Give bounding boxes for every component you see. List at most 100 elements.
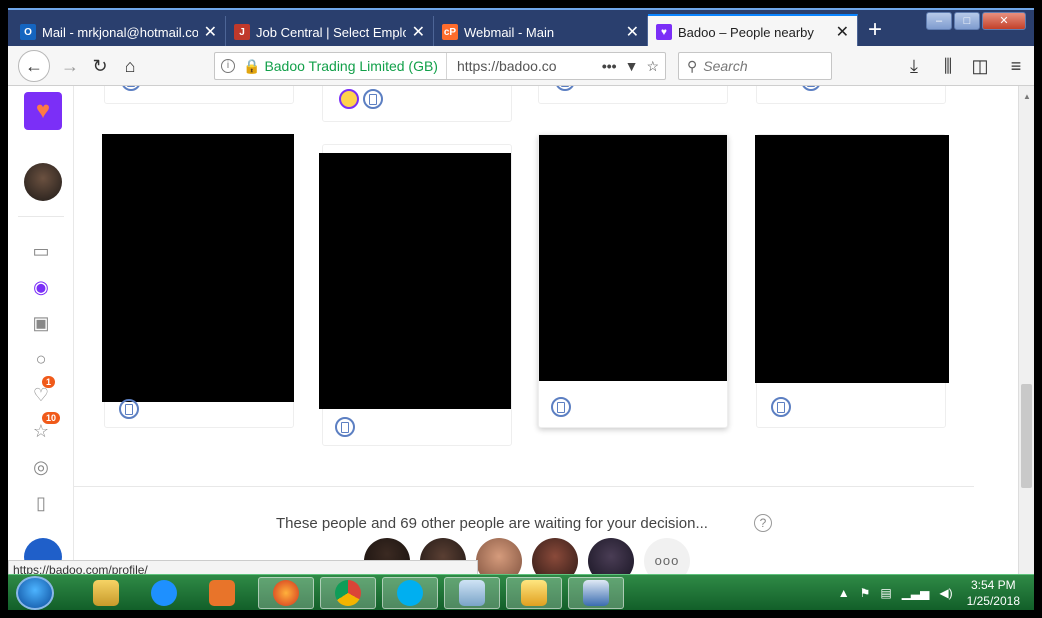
library-icon[interactable]: ⫼: [934, 52, 962, 80]
profile-card[interactable]: [538, 134, 728, 428]
tab-title: Job Central | Select Employer: [256, 24, 406, 40]
browser-window: O Mail - mrkjonal@hotmail.co ✕ J Job Cen…: [8, 8, 1034, 610]
maximize-button[interactable]: □: [954, 12, 980, 30]
people-nearby-grid: These people and 69 other people are wai…: [74, 86, 1018, 590]
mobile-icon: [551, 397, 571, 417]
chrome-taskbar-button[interactable]: [320, 577, 376, 609]
close-tab-icon[interactable]: ✕: [836, 22, 849, 42]
lock-icon: 🔒: [243, 57, 261, 74]
close-tab-icon[interactable]: ✕: [204, 22, 217, 42]
page-actions-icon[interactable]: •••: [602, 58, 617, 74]
menu-icon[interactable]: ≡: [1002, 52, 1030, 80]
skype-icon: [397, 580, 423, 606]
skype-taskbar-button[interactable]: [382, 577, 438, 609]
scrollbar-thumb[interactable]: [1021, 384, 1032, 488]
media-player-icon: [209, 580, 235, 606]
reload-button[interactable]: ↻: [86, 52, 114, 80]
tab-title: Webmail - Main: [464, 24, 555, 40]
search-icon: ⚲: [687, 57, 698, 74]
mail-icon: [521, 580, 547, 606]
pocket-icon[interactable]: ▼: [625, 58, 639, 74]
close-window-button[interactable]: ✕: [982, 12, 1026, 30]
close-tab-icon[interactable]: ✕: [412, 22, 425, 42]
window-controls: – □ ✕: [924, 12, 1026, 30]
tab-title: Badoo – People nearby: [678, 24, 814, 40]
profile-photo[interactable]: [539, 135, 727, 381]
device-icon[interactable]: ▤: [880, 586, 891, 600]
profile-card[interactable]: [319, 144, 512, 446]
job-central-icon: J: [234, 24, 250, 40]
minimize-button[interactable]: –: [926, 12, 952, 30]
forward-button[interactable]: →: [56, 52, 84, 80]
windows-taskbar: ▲ ⚑ ▤ ▁▃▅ ◀) 3:54 PM 1/25/2018: [8, 574, 1034, 610]
media-taskbar-button[interactable]: [194, 577, 250, 609]
tab-badoo[interactable]: ♥ Badoo – People nearby ✕: [648, 14, 858, 48]
profile-card[interactable]: [538, 86, 728, 104]
profile-card[interactable]: [104, 86, 294, 104]
outlook-icon: O: [20, 24, 36, 40]
tab-mail[interactable]: O Mail - mrkjonal@hotmail.co ✕: [12, 16, 226, 48]
messages-icon[interactable]: ○: [30, 348, 52, 370]
clock-date: 1/25/2018: [966, 594, 1020, 608]
search-placeholder: Search: [703, 58, 748, 74]
sidebar-toggle-icon[interactable]: ◫: [966, 52, 994, 80]
clock[interactable]: 3:54 PM 1/25/2018: [967, 577, 1020, 609]
new-tab-button[interactable]: +: [860, 18, 890, 46]
help-icon[interactable]: ?: [754, 514, 772, 532]
super-powers-icon: [339, 89, 359, 109]
download-icon[interactable]: ⤓: [900, 52, 928, 80]
profile-photo[interactable]: [319, 153, 511, 409]
favourites-icon[interactable]: ☆ 10: [30, 412, 61, 442]
start-button[interactable]: [16, 576, 54, 610]
people-nearby-icon[interactable]: ◉: [30, 276, 52, 298]
profile-card[interactable]: [322, 86, 512, 122]
mobile-icon: [801, 86, 821, 91]
ie-taskbar-button[interactable]: [136, 577, 192, 609]
network-taskbar-button[interactable]: [568, 577, 624, 609]
site-identity[interactable]: i 🔒 Badoo Trading Limited (GB): [215, 53, 447, 79]
mobile-icon: [335, 417, 355, 437]
system-tray: ▲ ⚑ ▤ ▁▃▅ ◀) 3:54 PM 1/25/2018: [838, 575, 1034, 610]
app-taskbar-button[interactable]: [444, 577, 500, 609]
computer-icon: [583, 580, 609, 606]
volume-icon[interactable]: ◀): [939, 586, 952, 600]
cpanel-icon: cP: [442, 24, 458, 40]
vertical-scrollbar[interactable]: ▲ ▼: [1018, 86, 1034, 590]
mobile-icon: [771, 397, 791, 417]
encounters-icon[interactable]: ▭: [30, 240, 52, 262]
avatar[interactable]: [24, 163, 62, 201]
mobile-app-icon[interactable]: ▯: [30, 492, 52, 514]
url-bar[interactable]: i 🔒 Badoo Trading Limited (GB) https://b…: [214, 52, 666, 80]
profile-icon[interactable]: ▣: [30, 312, 52, 334]
url-text[interactable]: https://badoo.co: [447, 58, 594, 74]
mobile-icon: [121, 86, 141, 91]
tab-job-central[interactable]: J Job Central | Select Employer ✕: [226, 16, 434, 48]
explorer-taskbar-button[interactable]: [78, 577, 134, 609]
close-tab-icon[interactable]: ✕: [626, 22, 639, 42]
profile-card[interactable]: [102, 134, 294, 428]
visitors-icon[interactable]: ◎: [30, 456, 52, 478]
waiting-text: These people and 69 other people are wai…: [276, 515, 708, 532]
signal-icon[interactable]: ▁▃▅: [902, 586, 930, 600]
back-button[interactable]: ←: [18, 50, 50, 82]
profile-photo[interactable]: [102, 134, 294, 402]
badoo-logo[interactable]: ♥: [24, 92, 62, 130]
bookmark-star-icon[interactable]: ☆: [646, 58, 659, 75]
badoo-sidebar: ♥ ▭ ◉ ▣ ○ ♡ 1 ☆ 10 ◎ ▯: [8, 86, 74, 590]
home-icon[interactable]: ⌂: [116, 52, 144, 80]
tray-expand-icon[interactable]: ▲: [838, 586, 850, 600]
liked-you-icon[interactable]: ♡ 1: [30, 376, 56, 406]
mobile-icon: [119, 399, 139, 419]
profile-card[interactable]: [755, 134, 949, 428]
firefox-taskbar-button[interactable]: [258, 577, 314, 609]
page-content: ♥ ▭ ◉ ▣ ○ ♡ 1 ☆ 10 ◎ ▯ These people and …: [8, 86, 1018, 590]
section-divider: [74, 486, 974, 487]
profile-card[interactable]: [756, 86, 946, 104]
search-input[interactable]: ⚲ Search: [678, 52, 832, 80]
scroll-up-icon[interactable]: ▲: [1023, 92, 1031, 101]
sidebar-divider: [18, 216, 64, 217]
flag-icon[interactable]: ⚑: [860, 586, 871, 600]
profile-photo[interactable]: [755, 135, 949, 383]
mail-taskbar-button[interactable]: [506, 577, 562, 609]
tab-webmail[interactable]: cP Webmail - Main ✕: [434, 16, 648, 48]
